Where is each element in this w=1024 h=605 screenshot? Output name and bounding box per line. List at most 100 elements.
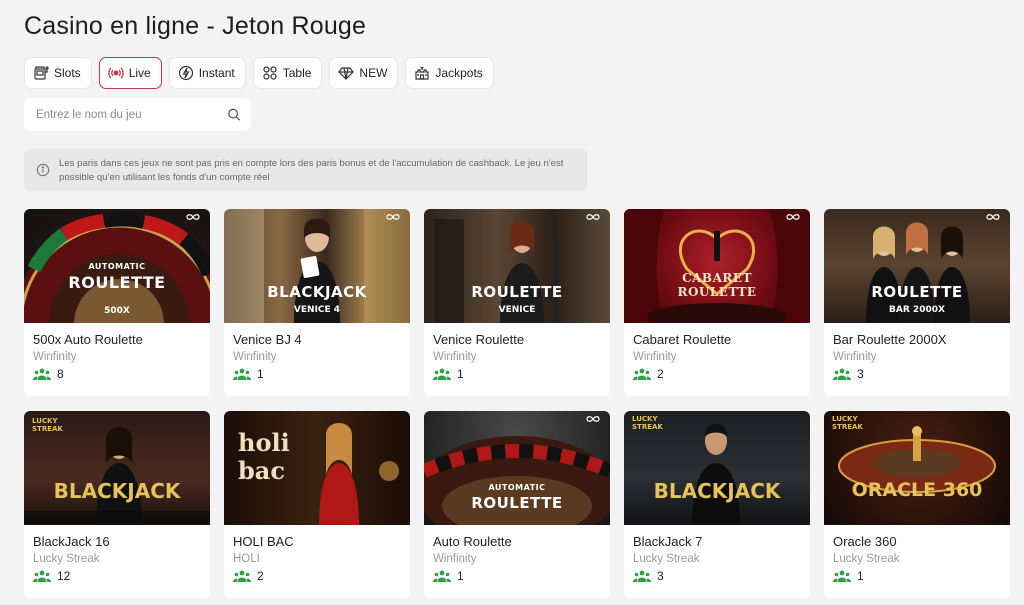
thumb-line2: ROULETTE [68,273,166,292]
player-count-value: 8 [57,367,64,381]
filter-label: Instant [198,66,235,80]
filter-label: NEW [359,66,388,80]
player-count: 12 [33,569,201,583]
players-icon [33,570,51,582]
game-thumbnail[interactable]: AUTOMATIC ROULETTE [424,411,610,525]
game-thumbnail[interactable]: AUTOMATIC ROULETTE 500X [24,209,210,323]
castle-icon [415,66,430,80]
player-count: 2 [633,367,801,381]
game-thumbnail[interactable]: holi bac [224,411,410,525]
game-card[interactable]: ROULETTE BAR 2000X Bar Roulette 2000X Wi… [824,209,1010,396]
search-input[interactable] [36,108,228,121]
thumb-line2: bac [238,456,285,485]
player-count-value: 12 [57,569,71,583]
player-count-value: 1 [257,367,264,381]
game-card[interactable]: LUCKY STREAK BLACKJACK BlackJack 16 Luck… [24,411,210,598]
game-name: Oracle 360 [833,534,897,549]
info-notice: Les paris dans ces jeux ne sont pas pris… [24,149,587,191]
thumb-line3: BAR 2000X [889,305,945,315]
category-filters: Slots Live Instant Table NEW Jackpots [24,57,494,89]
player-count-value: 1 [857,569,864,583]
game-name: Venice Roulette [433,332,525,347]
filter-jackpots[interactable]: Jackpots [405,57,494,89]
player-count: 2 [233,569,401,583]
filter-label: Jackpots [435,66,483,80]
game-provider: Winfinity [433,351,477,363]
game-provider: Winfinity [33,351,77,363]
search-icon[interactable] [227,107,241,122]
players-icon [833,368,851,380]
infinity-icon [586,416,600,422]
game-name: BlackJack 16 [33,534,110,549]
infinity-icon [586,214,600,220]
game-thumbnail[interactable]: LUCKY STREAK ORACLE 360 [824,411,1010,525]
live-broadcast-icon [107,67,124,79]
game-name: Venice BJ 4 [233,332,302,347]
game-provider: Lucky Streak [33,553,100,565]
game-provider: Winfinity [233,351,277,363]
game-card[interactable]: AUTOMATIC ROULETTE Auto Roulette Winfini… [424,411,610,598]
player-count: 3 [833,367,1001,381]
notice-text: Les paris dans ces jeux ne sont pas pris… [59,158,564,183]
game-name: Cabaret Roulette [633,332,732,347]
game-provider: HOLI [233,553,260,565]
filter-live[interactable]: Live [98,57,162,89]
table-games-icon [263,66,277,80]
game-card[interactable]: ROULETTE VENICE Venice Roulette Winfinit… [424,209,610,396]
thumb-line1: AUTOMATIC [488,483,546,492]
filter-new[interactable]: NEW [329,57,399,89]
game-thumbnail[interactable]: LUCKY STREAK BLACKJACK [24,411,210,525]
game-provider: Winfinity [833,351,877,363]
player-count: 1 [433,569,601,583]
game-name: HOLI BAC [233,534,294,549]
thumb-line2: BLACKJACK [267,283,367,301]
players-icon [33,368,51,380]
players-icon [433,368,451,380]
game-thumbnail[interactable]: BLACKJACK VENICE 4 [224,209,410,323]
player-count-value: 2 [257,569,264,583]
players-icon [633,570,651,582]
thumb-line1: CABARET [682,271,752,285]
game-thumbnail[interactable]: CABARET ROULETTE [624,209,810,323]
filter-label: Table [282,66,312,80]
game-thumbnail[interactable]: ROULETTE BAR 2000X [824,209,1010,323]
lightning-icon [178,65,193,81]
game-card[interactable]: CABARET ROULETTE Cabaret Roulette Winfin… [624,209,810,396]
filter-label: Live [128,66,151,80]
game-provider: Winfinity [633,351,677,363]
thumb-line1: LUCKY STREAK [632,415,663,431]
game-provider: Lucky Streak [633,553,700,565]
diamond-icon [338,67,355,80]
thumb-line2: ROULETTE [677,285,757,299]
filter-instant[interactable]: Instant [168,57,246,89]
player-count-value: 3 [657,569,664,583]
players-icon [233,570,251,582]
filter-table[interactable]: Table [252,57,323,89]
infinity-icon [186,214,200,220]
game-card[interactable]: LUCKY STREAK BLACKJACK BlackJack 7 Lucky… [624,411,810,598]
game-thumbnail[interactable]: LUCKY STREAK BLACKJACK [624,411,810,525]
players-icon [433,570,451,582]
stage-image [624,209,810,323]
player-count-value: 3 [857,367,864,381]
game-card[interactable]: BLACKJACK VENICE 4 Venice BJ 4 Winfinity… [224,209,410,396]
thumb-line1: LUCKY STREAK [32,417,63,433]
filter-slots[interactable]: Slots [24,57,92,89]
filter-label: Slots [54,66,81,80]
infinity-icon [386,214,400,220]
game-provider: Lucky Streak [833,553,900,565]
infinity-icon [986,214,1000,220]
game-card[interactable]: LUCKY STREAK ORACLE 360 Oracle 360 Lucky… [824,411,1010,598]
player-count: 1 [433,367,601,381]
game-thumbnail[interactable]: ROULETTE VENICE [424,209,610,323]
game-card[interactable]: holi bac HOLI BAC HOLI 2 [224,411,410,598]
thumb-line1: holi [238,428,290,457]
game-card[interactable]: AUTOMATIC ROULETTE 500X 500x Auto Roulet… [24,209,210,396]
games-grid: AUTOMATIC ROULETTE 500X 500x Auto Roulet… [24,209,1010,598]
thumb-line2: BLACKJACK [53,479,181,503]
players-icon [833,570,851,582]
thumb-line1: LUCKY STREAK [832,415,863,431]
page-title: Casino en ligne - Jeton Rouge [24,12,367,40]
game-name: Bar Roulette 2000X [833,332,947,347]
player-count-value: 1 [457,569,464,583]
